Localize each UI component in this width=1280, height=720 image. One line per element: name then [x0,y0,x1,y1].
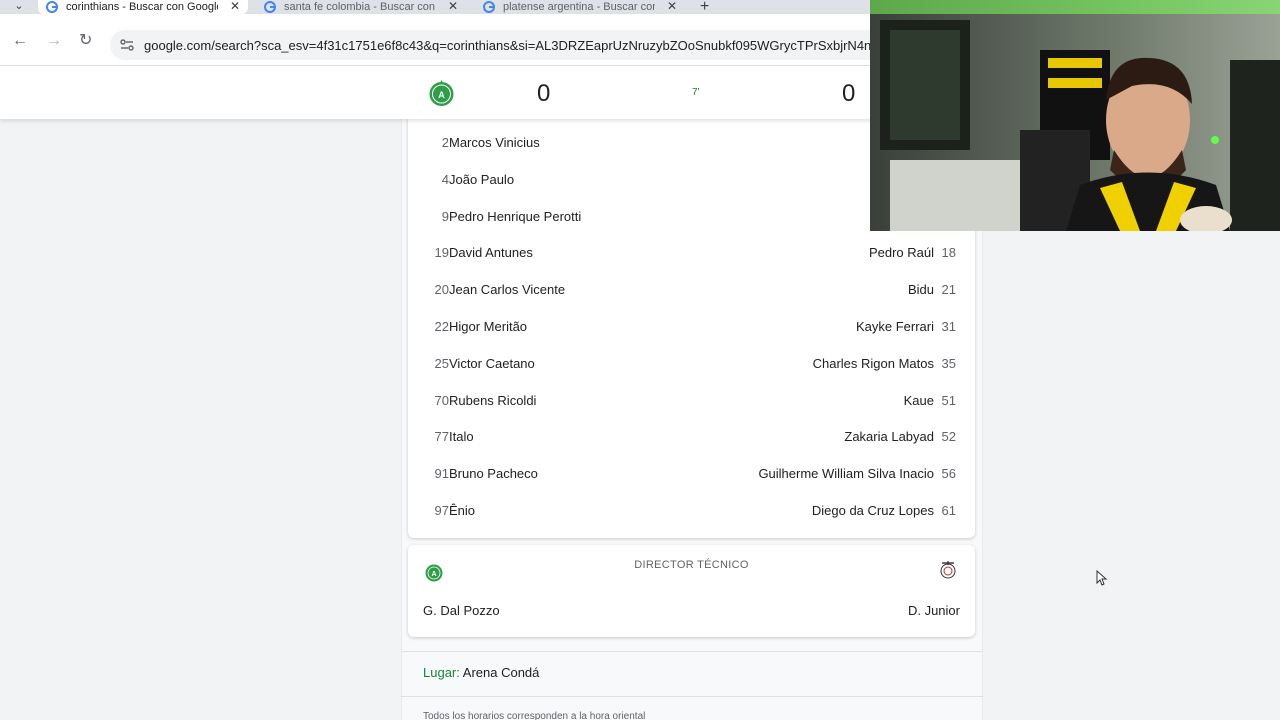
svg-text:A: A [438,90,445,100]
home-player-number: 97 [434,503,449,518]
away-coach: D. Junior [907,603,960,618]
home-player-name[interactable]: João Paulo [449,170,514,190]
lineup-row: 91 Bruno Pacheco Guilherme William Silva I… [408,464,975,484]
home-player-name[interactable]: Italo [449,427,474,447]
tab-santa-fe[interactable]: santa fe colombia - Buscar con Google ✕ [256,0,466,14]
home-player-number: 77 [434,429,449,444]
home-player-name[interactable]: Bruno Pacheco [449,464,538,484]
webcam-overlay [870,0,1280,231]
google-icon [264,1,276,13]
away-player-name[interactable]: Bidu [908,280,934,300]
home-player-name[interactable]: Ênio [449,501,475,521]
tab-platense[interactable]: platense argentina - Buscar con Google ✕ [475,0,685,14]
away-player-number: 56 [941,466,956,481]
lineup-row: 22 Higor Meritão Kayke Ferrari 31 [408,317,975,337]
home-player-number: 22 [434,319,449,334]
url-text: google.com/search?sca_esv=4f31c1751e6f8c… [144,38,874,53]
lineup-row: 20 Jean Carlos Vicente Bidu 21 [408,280,975,300]
home-player-number: 19 [434,245,449,260]
tab-corinthians[interactable]: corinthians - Buscar con Google ✕ [38,0,248,14]
tab-title: platense argentina - Buscar con Google [503,1,655,13]
lineup-row: 25 Victor Caetano Charles Rigon Matos 35 [408,354,975,374]
google-icon [483,1,495,13]
venue-label: Lugar: [423,665,460,680]
coach-section-title: DIRECTOR TÉCNICO [634,559,749,571]
home-player-name[interactable]: David Antunes [449,243,533,263]
chapecoense-crest-icon[interactable]: A [428,79,455,107]
home-player-number: 70 [434,393,449,408]
away-player-number: 61 [941,503,956,518]
away-player-number: 35 [941,356,956,371]
lineup-row: 77 Italo Zakaria Labyad 52 [408,427,975,447]
home-player-number: 4 [441,172,449,187]
google-icon [46,1,58,13]
site-settings-icon[interactable] [119,37,135,53]
home-player-name[interactable]: Rubens Ricoldi [449,391,536,411]
home-player-number: 9 [441,209,449,224]
away-player-name[interactable]: Pedro Raúl [869,243,934,263]
timezone-note: Todos los horarios corresponden a la hor… [423,711,646,720]
away-player-name[interactable]: Zakaria Labyad [844,427,934,447]
forward-icon[interactable]: → [46,33,62,49]
away-player-name[interactable]: Charles Rigon Matos [813,354,934,374]
home-player-name[interactable]: Victor Caetano [449,354,535,374]
svg-text:A: A [431,571,436,578]
corinthians-crest-icon [940,561,956,579]
home-player-name[interactable]: Jean Carlos Vicente [449,280,565,300]
divider [401,696,983,697]
away-player-name[interactable]: Kaue [904,391,934,411]
close-icon[interactable]: ✕ [448,0,458,12]
home-player-name[interactable]: Higor Meritão [449,317,527,337]
home-player-number: 25 [434,356,449,371]
home-player-number: 20 [434,282,449,297]
match-minute: 7' [692,87,700,98]
lineup-row: 97 Ênio Diego da Cruz Lopes 61 [408,501,975,521]
venue: Lugar: Arena Condá [423,665,539,680]
away-player-number: 51 [941,393,956,408]
tab-title: corinthians - Buscar con Google [66,1,218,13]
mouse-cursor-icon [1096,570,1108,586]
venue-value: Arena Condá [462,665,540,680]
tab-title: santa fe colombia - Buscar con Google [284,1,436,13]
away-player-name[interactable]: Diego da Cruz Lopes [812,501,934,521]
away-player-name[interactable]: Kayke Ferrari [856,317,934,337]
home-player-name[interactable]: Pedro Henrique Perotti [449,207,581,227]
away-player-number: 18 [941,245,956,260]
lineup-row: 19 David Antunes Pedro Raúl 18 [408,243,975,263]
home-coach: G. Dal Pozzo [423,603,500,618]
away-player-number: 21 [941,282,956,297]
divider [401,651,983,652]
away-player-number: 52 [941,429,956,444]
home-player-name[interactable]: Marcos Vinicius [449,133,540,153]
webcam-video [870,0,1280,231]
tab-search-chevron-icon[interactable]: ⌄ [8,0,30,14]
away-score: 0 [842,80,856,107]
close-icon[interactable]: ✕ [667,0,677,12]
lineup-row: 70 Rubens Ricoldi Kaue 51 [408,391,975,411]
coach-card: A DIRECTOR TÉCNICO G. Dal Pozzo D. Junio… [408,545,975,637]
away-player-number: 31 [941,319,956,334]
home-score: 0 [537,80,551,107]
home-player-number: 91 [434,466,449,481]
back-icon[interactable]: ← [12,33,28,49]
reload-icon[interactable]: ↻ [79,33,92,49]
away-player-name[interactable]: Guilherme William Silva Inacio [758,464,934,484]
home-player-number: 2 [441,135,449,150]
close-icon[interactable]: ✕ [230,0,240,12]
